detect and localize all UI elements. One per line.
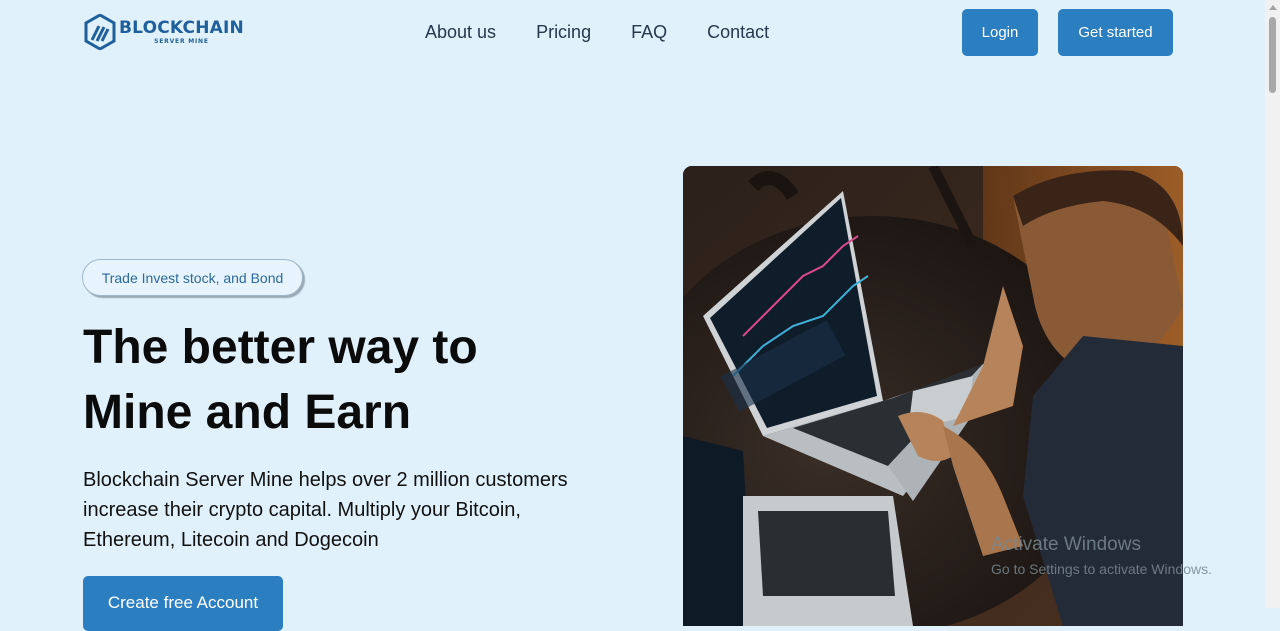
scrollbar-thumb[interactable]: [1269, 17, 1276, 93]
login-button[interactable]: Login: [962, 9, 1038, 56]
windows-activation-watermark: Activate Windows Go to Settings to activ…: [991, 534, 1212, 577]
scroll-up-arrow-icon[interactable]: [1269, 5, 1277, 10]
hero-title-line-1: The better way to: [83, 321, 478, 374]
hero-description: Blockchain Server Mine helps over 2 mill…: [83, 469, 568, 551]
hero-tag: Trade Invest stock, and Bond: [82, 259, 303, 296]
watermark-title: Activate Windows: [991, 534, 1141, 555]
get-started-button[interactable]: Get started: [1058, 9, 1173, 56]
nav-about-us[interactable]: About us: [425, 20, 496, 44]
logo-icon: [84, 14, 116, 50]
site-header: BLOCKCHAIN SERVER MINE About us Pricing …: [0, 0, 1265, 64]
create-account-button[interactable]: Create free Account: [83, 576, 283, 631]
logo-subtitle: SERVER MINE: [154, 37, 209, 45]
nav-pricing[interactable]: Pricing: [536, 20, 591, 44]
page-scrollbar[interactable]: [1265, 0, 1280, 608]
nav-contact[interactable]: Contact: [707, 20, 769, 44]
logo-name: BLOCKCHAIN: [119, 17, 244, 38]
hero-title: The better way to Mine and Earn: [83, 315, 643, 445]
nav-faq[interactable]: FAQ: [631, 20, 667, 44]
logo[interactable]: BLOCKCHAIN SERVER MINE: [84, 14, 244, 50]
watermark-subtitle: Go to Settings to activate Windows.: [991, 561, 1212, 577]
main-nav: About us Pricing FAQ Contact: [425, 20, 809, 44]
hero-title-line-2: Mine and Earn: [83, 386, 412, 439]
